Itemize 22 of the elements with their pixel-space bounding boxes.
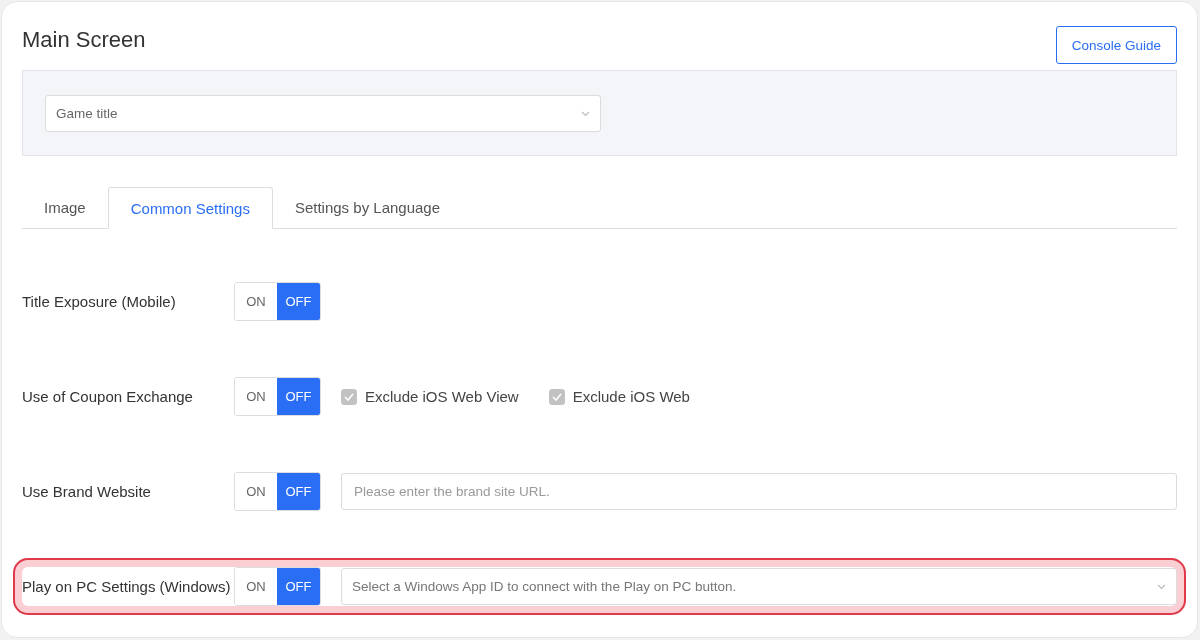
chevron-down-icon xyxy=(581,110,590,117)
off-toggle-button[interactable]: OFF xyxy=(277,473,320,510)
off-toggle-button[interactable]: OFF xyxy=(277,568,320,605)
setting-label: Use Brand Website xyxy=(22,483,152,500)
tab[interactable]: Settings by Language xyxy=(272,187,463,229)
setting-label: Title Exposure (Mobile) xyxy=(22,293,177,310)
app-id-select[interactable]: Select a Windows App ID to connect with the Play on PC button. xyxy=(341,568,1177,605)
tab[interactable]: Common Settings xyxy=(107,187,273,229)
setting-label: Use of Coupon Exchange xyxy=(22,388,194,405)
url-input-field[interactable]: Please enter the brand site URL. xyxy=(341,473,1177,510)
page-title: Main Screen xyxy=(22,26,146,54)
tab[interactable]: Image xyxy=(22,187,108,229)
chevron-down-icon xyxy=(1157,583,1166,590)
off-toggle-button[interactable]: OFF xyxy=(277,283,320,320)
game-select[interactable]: Game title xyxy=(45,95,601,132)
checkbox-label: Exclude iOS Web xyxy=(572,388,690,405)
setting-label: Play on PC Settings (Windows) xyxy=(22,578,232,595)
console-guide-button[interactable]: Console Guide xyxy=(1055,26,1177,64)
check-icon xyxy=(551,392,562,401)
checkbox-label: Exclude iOS Web View xyxy=(365,388,519,405)
check-icon xyxy=(344,392,354,401)
off-toggle-button[interactable]: OFF xyxy=(277,378,320,415)
